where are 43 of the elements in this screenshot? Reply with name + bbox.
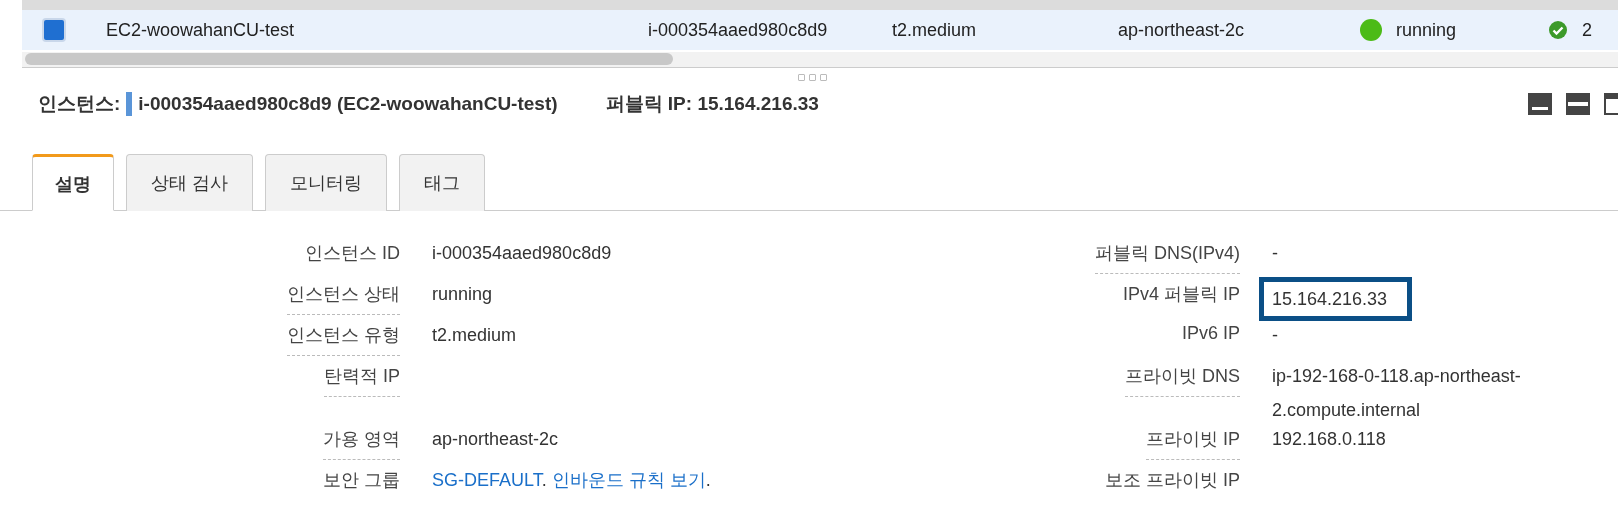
- table-cell: i-000354aaed980c8d9: [648, 19, 828, 41]
- scrollbar-thumb[interactable]: [25, 53, 673, 65]
- tab[interactable]: 태그: [399, 154, 485, 211]
- field-value: t2.medium: [432, 324, 517, 347]
- instance-marker: [126, 92, 133, 116]
- field-value: -: [1272, 324, 1278, 347]
- field-label: 프라이빗 IP: [1146, 427, 1240, 460]
- field-label: 퍼블릭 DNS(IPv4): [1095, 241, 1240, 274]
- panel-layout-icon[interactable]: [1528, 93, 1552, 115]
- field-label: 가용 영역: [323, 427, 400, 460]
- highlighted-value: 15.164.216.33: [1259, 277, 1413, 321]
- security-group-value: SG-DEFAULT. 인바운드 규칙 보기.: [432, 469, 712, 492]
- tab[interactable]: 설명: [32, 154, 114, 211]
- field-label: 인스턴스 유형: [287, 323, 400, 356]
- field-label: 보조 프라이빗 IP: [1105, 469, 1240, 492]
- field-label: 프라이빗 DNS: [1125, 364, 1240, 397]
- row-checkbox[interactable]: [42, 18, 66, 42]
- table-cell: 2: [1582, 19, 1592, 41]
- table-cell: running: [1396, 19, 1457, 41]
- tab[interactable]: 모니터링: [265, 154, 387, 211]
- field-label: 보안 그룹: [323, 469, 400, 492]
- field-value: ip-192-168-0-118.ap-northeast-2.compute.internal: [1272, 365, 1522, 422]
- field-value: 192.168.0.118: [1272, 428, 1386, 451]
- table-cell: EC2-woowahanCU-test: [106, 19, 295, 41]
- check-icon: [1548, 20, 1568, 40]
- tab[interactable]: 상태 검사: [126, 154, 253, 211]
- field-value: i-000354aaed980c8d9: [432, 242, 612, 265]
- field-label: IPv4 퍼블릭 IP: [1122, 283, 1240, 306]
- table-cell: t2.medium: [892, 19, 977, 41]
- panel-layout-icon[interactable]: [1566, 93, 1590, 115]
- field-label: 탄력적 IP: [324, 364, 400, 397]
- field-value: running: [432, 283, 493, 306]
- instance-title: i-000354aaed980c8d9 (EC2-woowahanCU-test): [138, 93, 558, 115]
- table-cell: ap-northeast-2c: [1118, 19, 1245, 41]
- field-value: ap-northeast-2c: [432, 428, 559, 451]
- link[interactable]: 인바운드 규칙 보기: [551, 470, 706, 490]
- field-label: IPv6 IP: [1181, 323, 1240, 345]
- public-ip-title: 퍼블릭 IP: 15.164.216.33: [605, 92, 819, 116]
- link[interactable]: SG-DEFAULT: [432, 470, 542, 490]
- field-value: -: [1272, 242, 1278, 265]
- field-label: 인스턴스 상태: [287, 282, 400, 315]
- field-label: 인스턴스 ID: [305, 242, 400, 265]
- instance-label: 인스턴스:: [38, 92, 121, 116]
